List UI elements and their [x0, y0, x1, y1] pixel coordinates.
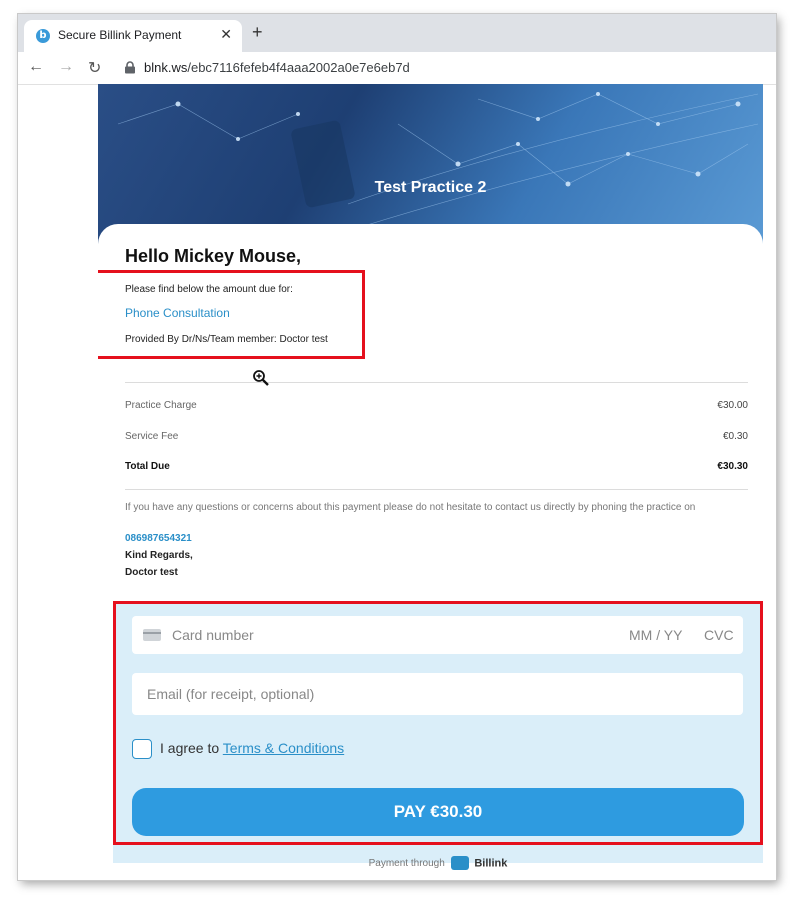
signer-name: Doctor test	[125, 567, 178, 578]
network-pattern-image	[117, 92, 759, 235]
charge-row-service-fee: Service Fee €0.30	[125, 431, 748, 442]
tab-title: Secure Billink Payment	[58, 28, 182, 42]
hero-banner: Test Practice 2	[98, 84, 763, 244]
practice-name: Test Practice 2	[374, 179, 487, 196]
charge-row-practice: Practice Charge €30.00	[125, 400, 748, 411]
address-bar[interactable]: blnk.ws/ebc7116fefeb4f4aaa2002a0e7e6eb7d	[144, 60, 410, 75]
browser-tab[interactable]: b Secure Billink Payment ✕	[24, 20, 242, 52]
tab-strip: b Secure Billink Payment ✕ +	[18, 14, 776, 52]
practice-phone-link[interactable]: 086987654321	[125, 533, 192, 544]
charge-label: Practice Charge	[125, 400, 197, 411]
billink-logo-icon: b	[36, 29, 50, 43]
lock-icon	[125, 61, 135, 74]
zoom-in-cursor-icon	[253, 370, 269, 386]
greeting-heading: Hello Mickey Mouse,	[125, 246, 302, 266]
regards-text: Kind Regards,	[125, 550, 193, 561]
reload-icon[interactable]: ↻	[88, 58, 101, 78]
payment-page: Test Practice 2 Hello Mickey Mouse, Plea…	[98, 84, 763, 880]
divider	[125, 382, 748, 383]
back-icon[interactable]: ←	[28, 58, 44, 76]
charge-value: €0.30	[722, 431, 748, 442]
billink-logo-icon	[450, 856, 469, 870]
forward-icon[interactable]: →	[58, 58, 74, 76]
browser-window: b Secure Billink Payment ✕ + ← → ↻ blnk.…	[18, 14, 776, 880]
divider	[125, 489, 748, 490]
payment-footer: Payment through Billink	[113, 846, 763, 880]
url-host: blnk.ws	[144, 60, 188, 75]
highlight-box-payment	[113, 601, 763, 845]
payment-through-text: Payment through	[368, 857, 445, 869]
new-tab-icon[interactable]: +	[252, 22, 263, 43]
contact-note: If you have any questions or concerns ab…	[125, 502, 696, 513]
charge-row-total: Total Due €30.30	[125, 461, 748, 472]
close-tab-icon[interactable]: ✕	[220, 26, 232, 43]
charge-label: Total Due	[125, 461, 170, 472]
url-path: /ebc7116fefeb4f4aaa2002a0e7e6eb7d	[187, 60, 410, 75]
charge-value: €30.00	[717, 400, 748, 411]
browser-toolbar: ← → ↻ blnk.ws/ebc7116fefeb4f4aaa2002a0e7…	[18, 52, 776, 85]
charge-value: €30.30	[717, 461, 748, 472]
charge-label: Service Fee	[125, 431, 179, 442]
highlight-box-details	[98, 270, 365, 359]
billink-brand: Billink	[474, 857, 508, 869]
